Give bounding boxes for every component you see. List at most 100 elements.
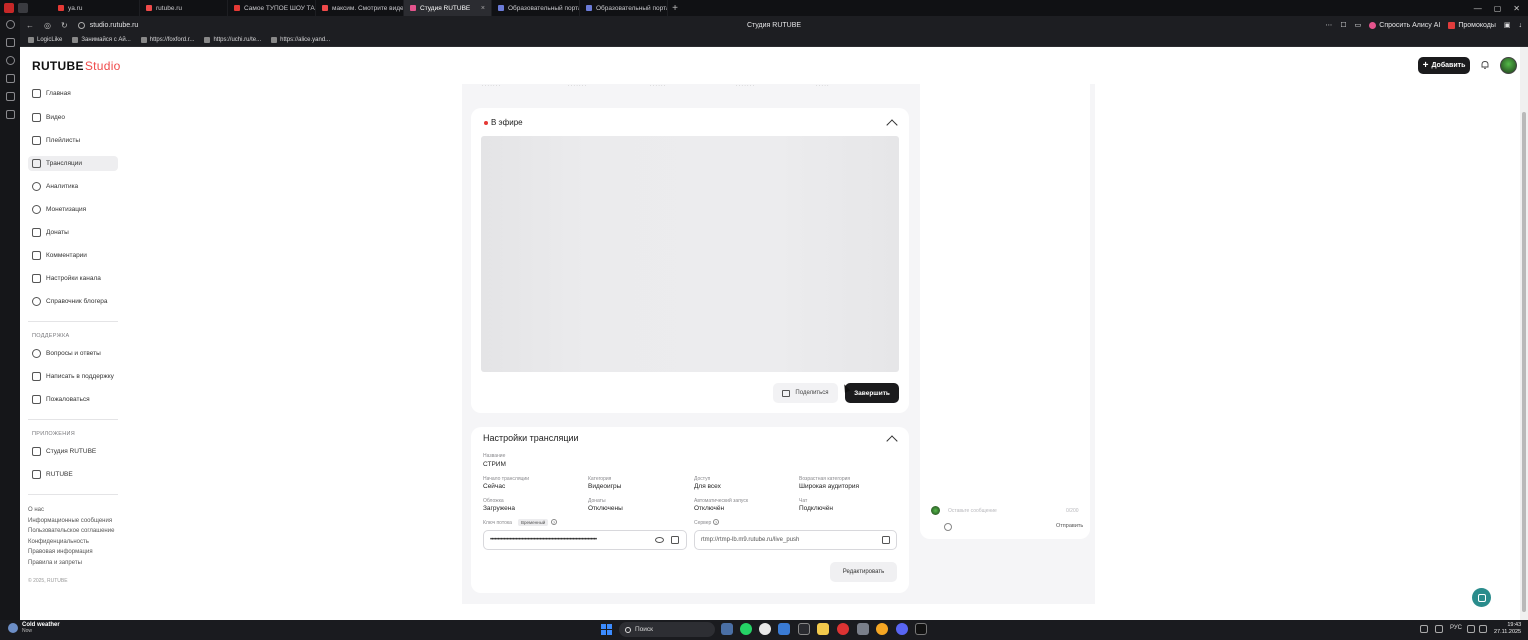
store-icon[interactable] (778, 623, 790, 635)
sidebar-item-monetization[interactable]: Монетизация (28, 202, 118, 217)
alice-button[interactable]: Спросить Алису AI (1369, 21, 1440, 29)
browser-tab[interactable]: Самое ТУПОЕ ШОУ ТАЛ (228, 0, 316, 16)
sidebar-item-playlists[interactable]: Плейлисты (28, 133, 118, 148)
sidebar-item-report[interactable]: Пожаловаться (28, 392, 118, 407)
close-window-icon[interactable]: ✕ (1513, 4, 1520, 13)
yandex-browser-icon[interactable] (759, 623, 771, 635)
back-icon[interactable]: ← (26, 21, 34, 30)
footer-link[interactable]: Пользовательское соглашение (28, 528, 114, 534)
tray-chevron-icon[interactable] (1420, 625, 1428, 633)
sidebar-item-label: Трансляции (46, 160, 82, 167)
footer-link[interactable]: Правовая информация (28, 549, 93, 555)
edit-button[interactable]: Редактировать (830, 562, 897, 582)
browser-tab[interactable]: ya.ru (52, 0, 140, 16)
temporary-badge: Временный (518, 519, 549, 526)
footer-link[interactable]: О нас (28, 507, 44, 513)
chrome-icon[interactable] (876, 623, 888, 635)
page-scrollbar-thumb[interactable] (1522, 112, 1526, 612)
server-url-field[interactable]: rtmp://rtmp-lb.m9.rutube.ru/live_push (694, 530, 897, 550)
extensions-icon[interactable]: ▣ (1504, 21, 1511, 29)
whatsapp-icon[interactable] (740, 623, 752, 635)
sidebar-item-donations[interactable]: Донаты (28, 225, 118, 240)
add-button[interactable]: + Добавить (1418, 57, 1470, 74)
sidebar-item-home[interactable]: Главная (28, 86, 118, 101)
play-icon[interactable] (5, 56, 15, 65)
sidebar-item-streams[interactable]: Трансляции (28, 156, 118, 171)
help-icon[interactable]: ? (551, 519, 557, 525)
volume-icon[interactable] (1479, 625, 1487, 633)
promo-button[interactable]: Промокоды (1448, 21, 1496, 29)
sidebar-item-video[interactable]: Видео (28, 110, 118, 125)
eye-icon[interactable] (655, 537, 664, 543)
bookmark-item[interactable]: https://uchi.ru/te... (204, 37, 261, 43)
finish-stream-button[interactable]: Завершить (845, 383, 899, 403)
sidebar-item-contact-support[interactable]: Написать в поддержку (28, 369, 118, 384)
sidebar-item-rutube-app[interactable]: RUTUBE (28, 467, 118, 482)
promo-icon (1448, 21, 1456, 29)
collections-icon[interactable] (5, 38, 15, 47)
bell-icon[interactable] (1480, 60, 1490, 70)
windows-start-icon[interactable] (601, 624, 612, 635)
messenger-icon[interactable] (5, 74, 15, 83)
browser-tab[interactable]: Образовательный портал (492, 0, 580, 16)
avatar[interactable] (1500, 57, 1517, 74)
browser-tab[interactable]: Образовательный портал (580, 0, 668, 16)
bookmark-item[interactable]: https://alice.yand... (271, 37, 330, 43)
footer-link[interactable]: Конфиденциальность (28, 539, 89, 545)
share-button[interactable]: Поделиться (773, 383, 838, 403)
bookmark-icon[interactable]: ☐ (1340, 21, 1346, 29)
minimize-icon[interactable]: — (1474, 4, 1482, 13)
language-indicator[interactable]: РУС (1450, 625, 1462, 631)
site-info-icon[interactable] (77, 21, 85, 29)
new-tab-icon[interactable]: + (668, 3, 682, 14)
wifi-icon[interactable] (1467, 625, 1475, 633)
reader-icon[interactable]: ▭ (1355, 21, 1362, 29)
taskbar-search[interactable]: Поиск (619, 622, 715, 637)
sidebar-item-faq[interactable]: Вопросы и ответы (28, 346, 118, 361)
sidebar-item-blogger-guide[interactable]: Справочник блогера (28, 294, 118, 309)
file-explorer-icon[interactable] (721, 623, 733, 635)
tab-overview-icon[interactable] (18, 3, 28, 13)
screenshot-icon[interactable] (5, 110, 15, 119)
history-icon[interactable] (5, 20, 15, 29)
camera-icon[interactable] (857, 623, 869, 635)
rutube-studio-logo[interactable]: RUTUBEStudio (32, 59, 121, 73)
download-icon[interactable]: ↓ (1519, 22, 1523, 29)
weather-widget[interactable]: Cold weather Now (8, 622, 60, 634)
footer-link[interactable]: Правила и запреты (28, 560, 82, 566)
discord-icon[interactable] (896, 623, 908, 635)
browser-tab[interactable]: Студия RUTUBE × (404, 0, 492, 16)
sidebar-item-analytics[interactable]: Аналитика (28, 179, 118, 194)
help-icon[interactable]: ? (713, 519, 719, 525)
url-field[interactable]: studio.rutube.ru (77, 21, 138, 29)
footer-link[interactable]: Информационные сообщения (28, 518, 112, 524)
terminal-icon[interactable] (798, 623, 810, 635)
clock[interactable]: 19:43 27.11.2025 (1494, 622, 1521, 636)
more-icon[interactable]: ⋯ (1325, 21, 1332, 29)
floating-action-button[interactable] (1472, 588, 1491, 607)
microphone-icon[interactable] (1435, 625, 1443, 633)
folder-icon[interactable] (817, 623, 829, 635)
copy-icon[interactable] (882, 536, 890, 544)
opera-icon[interactable] (837, 623, 849, 635)
chat-message-input[interactable]: Оставьте сообщение (948, 508, 997, 514)
close-tab-icon[interactable]: × (481, 5, 485, 12)
reload-icon[interactable]: ↻ (61, 21, 68, 30)
browser-tab[interactable]: rutube.ru (140, 0, 228, 16)
emoji-icon[interactable] (944, 523, 952, 531)
video-player[interactable] (481, 136, 899, 372)
send-button[interactable]: Отправить (1056, 523, 1083, 529)
sidebar-item-studio-app[interactable]: Студия RUTUBE (28, 444, 118, 459)
bookmark-item[interactable]: LogicLike (28, 37, 62, 43)
bookmark-item[interactable]: https://foxford.r... (140, 37, 194, 43)
maximize-icon[interactable]: ▢ (1494, 4, 1502, 13)
bookmark-item[interactable]: Занимайся с Ай... (72, 37, 131, 43)
sidebar-item-channel-settings[interactable]: Настройки канала (28, 271, 118, 286)
shield-icon[interactable]: ◎ (44, 21, 51, 30)
app-icon[interactable] (915, 623, 927, 635)
browser-logo-icon[interactable] (4, 3, 14, 13)
copy-icon[interactable] (671, 536, 679, 544)
browser-tab[interactable]: максим. Смотрите виде (316, 0, 404, 16)
notes-icon[interactable] (5, 92, 15, 101)
sidebar-item-comments[interactable]: Комментарии (28, 248, 118, 263)
